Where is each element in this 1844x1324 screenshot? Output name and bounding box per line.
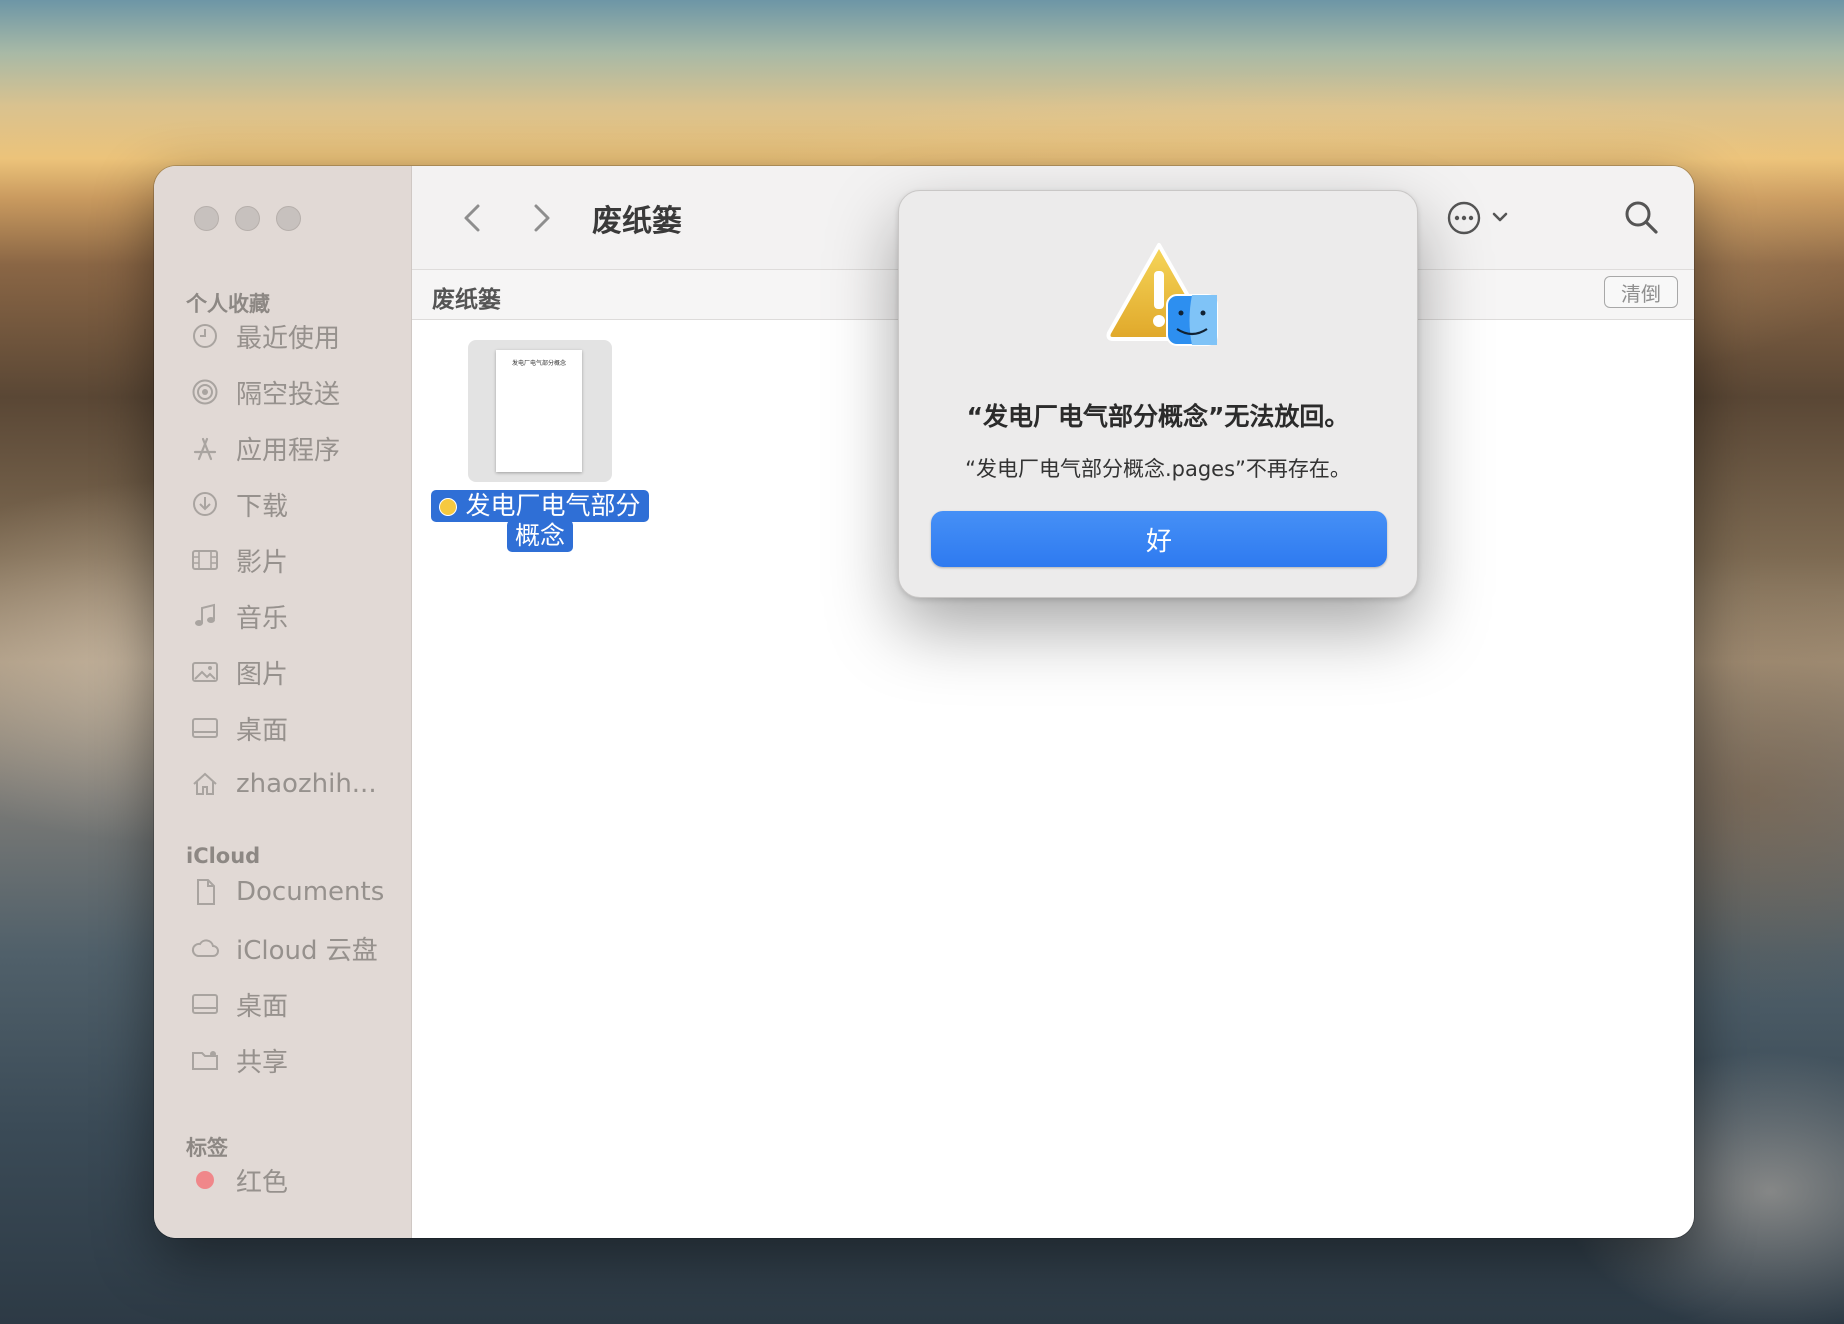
sidebar-item-shared[interactable]: 共享 bbox=[190, 1040, 288, 1080]
empty-trash-button[interactable]: 清倒 bbox=[1604, 276, 1678, 308]
back-button[interactable] bbox=[458, 200, 488, 236]
sidebar-item-airdrop[interactable]: 隔空投送 bbox=[190, 372, 340, 412]
sidebar-item-tag-red[interactable]: 红色 bbox=[190, 1160, 288, 1200]
sidebar: 个人收藏 最近使用 隔空投送 应用程序 下载 影片 音乐 图片 桌面 zhaoz… bbox=[154, 166, 412, 1238]
sidebar-item-recents[interactable]: 最近使用 bbox=[190, 316, 340, 356]
sidebar-item-label: 音乐 bbox=[236, 603, 289, 634]
file-name-line2: 概念 bbox=[506, 520, 573, 552]
file-name-text: 发电厂电气部分 bbox=[465, 491, 641, 520]
tags-header: 标签 bbox=[186, 1136, 228, 1160]
film-icon bbox=[190, 545, 220, 575]
red-tag-icon bbox=[190, 1165, 220, 1195]
airdrop-icon bbox=[190, 377, 220, 407]
sidebar-item-label: 红色 bbox=[236, 1167, 289, 1198]
home-icon bbox=[190, 769, 220, 799]
ok-button[interactable]: 好 bbox=[931, 511, 1387, 567]
file-name-label[interactable]: 发电厂电气部分 概念 bbox=[430, 490, 650, 552]
sidebar-item-label: 下载 bbox=[236, 491, 289, 522]
yellow-tag-icon bbox=[439, 498, 458, 516]
zoom-window-button[interactable] bbox=[276, 206, 301, 231]
music-icon bbox=[190, 601, 220, 631]
clock-icon bbox=[190, 321, 220, 351]
sidebar-item-label: 图片 bbox=[236, 659, 289, 690]
sidebar-item-music[interactable]: 音乐 bbox=[190, 596, 288, 636]
sidebar-item-icloud-drive[interactable]: iCloud 云盘 bbox=[190, 928, 378, 968]
sidebar-item-label: Documents bbox=[236, 877, 385, 907]
file-name-line1: 发电厂电气部分 bbox=[431, 490, 649, 522]
download-icon bbox=[190, 489, 220, 519]
sidebar-item-home[interactable]: zhaozhih... bbox=[190, 764, 377, 804]
window-title: 废纸篓 bbox=[592, 204, 682, 239]
alert-dialog: “发电厂电气部分概念”无法放回。 “发电厂电气部分概念.pages”不再存在。 … bbox=[898, 190, 1418, 598]
sidebar-item-label: iCloud 云盘 bbox=[236, 935, 378, 966]
shared-folder-icon bbox=[190, 1045, 220, 1075]
minimize-window-button[interactable] bbox=[235, 206, 260, 231]
sidebar-item-label: 桌面 bbox=[236, 991, 289, 1022]
apps-icon bbox=[190, 433, 220, 463]
dialog-title: “发电厂电气部分概念”无法放回。 bbox=[966, 402, 1350, 431]
sidebar-item-documents[interactable]: Documents bbox=[190, 872, 384, 912]
thumbnail-title: 发电厂电气部分概念 bbox=[511, 360, 566, 367]
forward-button[interactable] bbox=[526, 200, 556, 236]
chevron-left-icon bbox=[464, 204, 480, 232]
sidebar-item-label: 桌面 bbox=[236, 715, 289, 746]
favorites-header: 个人收藏 bbox=[186, 292, 270, 316]
ellipsis-circle-icon bbox=[1447, 201, 1508, 235]
sidebar-item-pictures[interactable]: 图片 bbox=[190, 652, 288, 692]
desktop-icon bbox=[190, 713, 220, 743]
sidebar-item-movies[interactable]: 影片 bbox=[190, 540, 288, 580]
sidebar-item-label: 应用程序 bbox=[236, 435, 341, 466]
search-icon bbox=[1625, 201, 1658, 234]
close-window-button[interactable] bbox=[194, 206, 219, 231]
sidebar-item-label: 影片 bbox=[236, 547, 289, 578]
sidebar-item-label: zhaozhih... bbox=[236, 769, 377, 799]
path-title: 废纸篓 bbox=[432, 287, 501, 313]
sidebar-item-label: 隔空投送 bbox=[236, 379, 341, 410]
chevron-right-icon bbox=[534, 204, 550, 232]
document-page-icon: 发电厂电气部分概念 bbox=[496, 350, 582, 472]
sidebar-item-icloud-desktop[interactable]: 桌面 bbox=[190, 984, 288, 1024]
more-actions-button[interactable] bbox=[1446, 200, 1516, 236]
sidebar-item-downloads[interactable]: 下载 bbox=[190, 484, 288, 524]
sidebar-item-desktop[interactable]: 桌面 bbox=[190, 708, 288, 748]
dialog-message: “发电厂电气部分概念.pages”不再存在。 bbox=[965, 457, 1351, 481]
photo-icon bbox=[190, 657, 220, 687]
icloud-header: iCloud bbox=[186, 844, 261, 868]
sidebar-item-label: 最近使用 bbox=[236, 323, 341, 354]
warning-finder-icon bbox=[1101, 241, 1221, 351]
sidebar-item-label: 共享 bbox=[236, 1047, 289, 1078]
cloud-icon bbox=[190, 933, 220, 963]
document-icon bbox=[190, 877, 220, 907]
window-controls bbox=[194, 206, 301, 231]
desktop-icon bbox=[190, 989, 220, 1019]
search-button[interactable] bbox=[1622, 198, 1660, 236]
sidebar-item-applications[interactable]: 应用程序 bbox=[190, 428, 340, 468]
